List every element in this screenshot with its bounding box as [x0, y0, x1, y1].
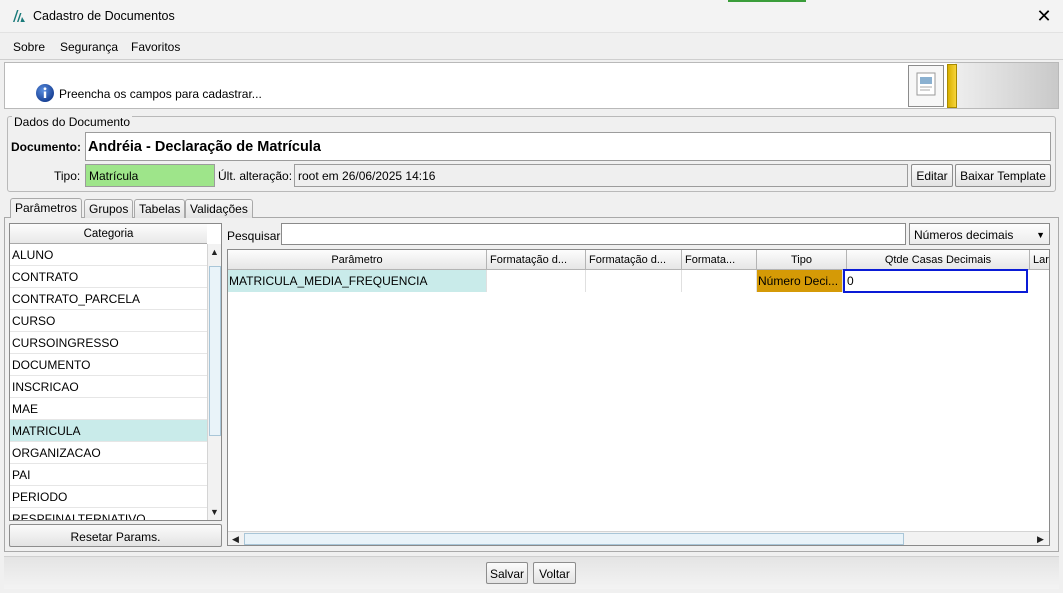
- window-accent-strip: [728, 0, 806, 2]
- cell-formatacao-2[interactable]: [586, 270, 682, 292]
- chevron-down-icon: ▼: [1036, 230, 1045, 240]
- cell-qtde-casas-decimais-editor[interactable]: 0: [843, 269, 1028, 293]
- parametros-grid: Parâmetro Formatação d... Formatação d..…: [227, 249, 1050, 546]
- column-header-formatacao-3[interactable]: Formata...: [682, 250, 757, 270]
- status-indicator-bar: [947, 64, 957, 108]
- categoria-item-aluno[interactable]: ALUNO: [10, 244, 207, 266]
- window-title: Cadastro de Documentos: [33, 9, 175, 23]
- cell-tipo[interactable]: Número Deci...: [757, 270, 843, 292]
- categoria-scroll-thumb[interactable]: [209, 266, 221, 436]
- grid-scroll-thumb[interactable]: [244, 533, 904, 545]
- info-banner: Preencha os campos para cadastrar...: [4, 62, 1059, 109]
- tab-tabelas[interactable]: Tabelas: [134, 199, 186, 218]
- tab-validacoes[interactable]: Validações: [185, 199, 253, 218]
- categoria-item-pai[interactable]: PAI: [10, 464, 207, 486]
- column-header-parametro[interactable]: Parâmetro: [228, 250, 487, 270]
- categoria-item-periodo[interactable]: PERIODO: [10, 486, 207, 508]
- categoria-list: Categoria ALUNO CONTRATO CONTRATO_PARCEL…: [9, 223, 222, 521]
- documento-label: Documento:: [11, 140, 81, 154]
- categoria-item-cursoingresso[interactable]: CURSOINGRESSO: [10, 332, 207, 354]
- info-message: Preencha os campos para cadastrar...: [59, 87, 262, 101]
- resetar-params-button[interactable]: Resetar Params.: [9, 524, 222, 547]
- banner-gradient: [955, 63, 1058, 108]
- title-bar: Cadastro de Documentos ✕: [0, 0, 1063, 33]
- grid-horizontal-scrollbar[interactable]: ◀ ▶: [228, 531, 1049, 545]
- salvar-button[interactable]: Salvar: [486, 562, 528, 584]
- pesquisar-input[interactable]: [281, 223, 906, 245]
- categoria-item-documento[interactable]: DOCUMENTO: [10, 354, 207, 376]
- categoria-column-header[interactable]: Categoria: [10, 224, 207, 244]
- scroll-up-arrow-icon[interactable]: ▲: [208, 246, 221, 259]
- info-icon: [36, 84, 54, 102]
- categoria-item-curso[interactable]: CURSO: [10, 310, 207, 332]
- ultima-alteracao-label: Últ. alteração:: [218, 169, 293, 183]
- documento-field[interactable]: Andréia - Declaração de Matrícula: [85, 132, 1051, 161]
- scroll-down-arrow-icon[interactable]: ▼: [208, 506, 221, 519]
- menu-item-sobre[interactable]: Sobre: [13, 40, 45, 54]
- footer-bar: [4, 556, 1059, 589]
- dados-documento-legend: Dados do Documento: [12, 115, 133, 129]
- voltar-button[interactable]: Voltar: [533, 562, 576, 584]
- menu-item-seguranca[interactable]: Segurança: [60, 40, 118, 54]
- column-header-largura[interactable]: Larg: [1030, 250, 1049, 270]
- document-thumbnail-icon: [908, 65, 944, 107]
- tab-parametros[interactable]: Parâmetros: [10, 198, 83, 218]
- editar-button[interactable]: Editar: [911, 164, 953, 187]
- categoria-item-mae[interactable]: MAE: [10, 398, 207, 420]
- cell-formatacao-1[interactable]: [487, 270, 586, 292]
- pesquisar-label: Pesquisar:: [227, 229, 284, 243]
- tipo-field[interactable]: Matrícula: [85, 164, 215, 187]
- menu-bar: Sobre Segurança Favoritos: [0, 33, 1063, 60]
- scroll-left-arrow-icon[interactable]: ◀: [229, 533, 242, 545]
- menu-item-favoritos[interactable]: Favoritos: [131, 40, 180, 54]
- close-window-button[interactable]: ✕: [1033, 5, 1055, 27]
- column-header-tipo[interactable]: Tipo: [757, 250, 847, 270]
- tab-grupos[interactable]: Grupos: [84, 199, 134, 218]
- baixar-template-button[interactable]: Baixar Template: [955, 164, 1051, 187]
- cell-formatacao-3[interactable]: [682, 270, 757, 292]
- categoria-item-inscricao[interactable]: INSCRICAO: [10, 376, 207, 398]
- categoria-vertical-scrollbar[interactable]: ▲ ▼: [207, 244, 221, 520]
- categoria-item-matricula[interactable]: MATRICULA: [10, 420, 207, 442]
- column-header-formatacao-2[interactable]: Formatação d...: [586, 250, 682, 270]
- tipo-label: Tipo:: [54, 169, 81, 183]
- categoria-item-contrato-parcela[interactable]: CONTRATO_PARCELA: [10, 288, 207, 310]
- categoria-item-respfinalternativo[interactable]: RESPFINALTERNATIVO: [10, 508, 207, 520]
- column-header-qtde-casas-decimais[interactable]: Qtde Casas Decimais: [847, 250, 1030, 270]
- cell-parametro[interactable]: MATRICULA_MEDIA_FREQUENCIA: [228, 270, 487, 292]
- app-logo-icon: [13, 10, 25, 22]
- ultima-alteracao-field: root em 26/06/2025 14:16: [294, 164, 908, 187]
- categoria-item-organizacao[interactable]: ORGANIZACAO: [10, 442, 207, 464]
- categoria-item-contrato[interactable]: CONTRATO: [10, 266, 207, 288]
- tipo-filter-select[interactable]: Números decimais ▼: [909, 223, 1050, 245]
- column-header-formatacao-1[interactable]: Formatação d...: [487, 250, 586, 270]
- scroll-right-arrow-icon[interactable]: ▶: [1034, 533, 1047, 545]
- tipo-filter-value: Números decimais: [914, 228, 1014, 242]
